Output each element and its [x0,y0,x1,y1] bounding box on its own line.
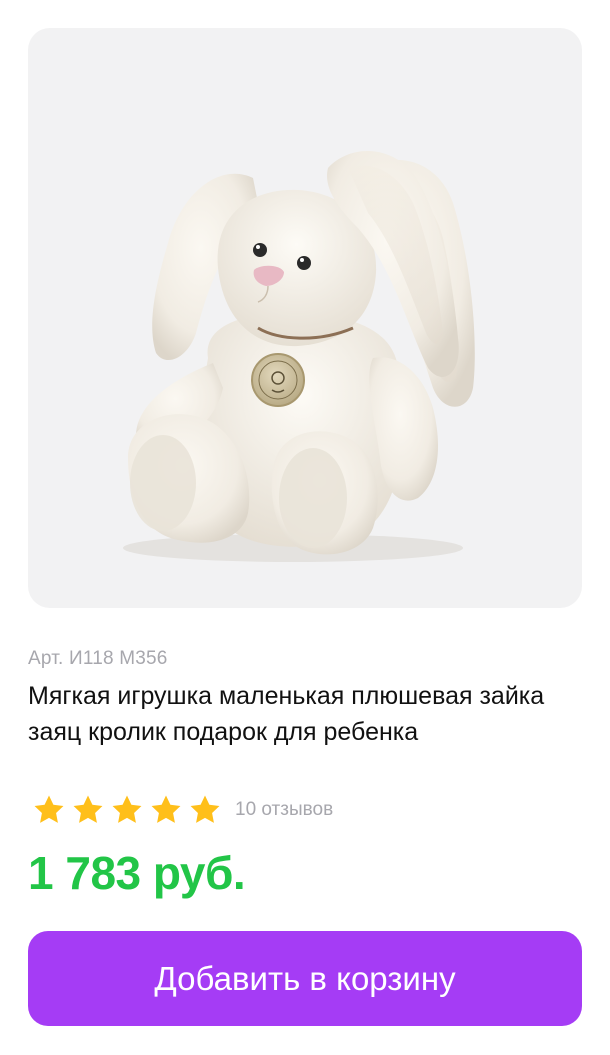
product-rating[interactable]: 10 отзывов [32,790,333,830]
product-article: Арт. И118 М356 [28,648,168,669]
plush-bunny-image [123,150,475,562]
product-image[interactable] [28,28,582,608]
add-to-cart-button[interactable]: Добавить в корзину [28,931,582,1026]
product-price: 1 783 руб. [28,847,246,899]
star-icon [112,795,142,823]
product-title: Мягкая игрушка маленькая плюшевая зайка … [28,682,545,746]
star-icon [34,795,64,823]
reviews-count-link[interactable]: 10 отзывов [235,799,333,821]
star-icon [73,795,103,823]
product-card: Арт. И118 М356 Мягкая игрушка маленькая … [0,0,610,1055]
star-icon [151,795,181,823]
star-icon [190,795,220,823]
